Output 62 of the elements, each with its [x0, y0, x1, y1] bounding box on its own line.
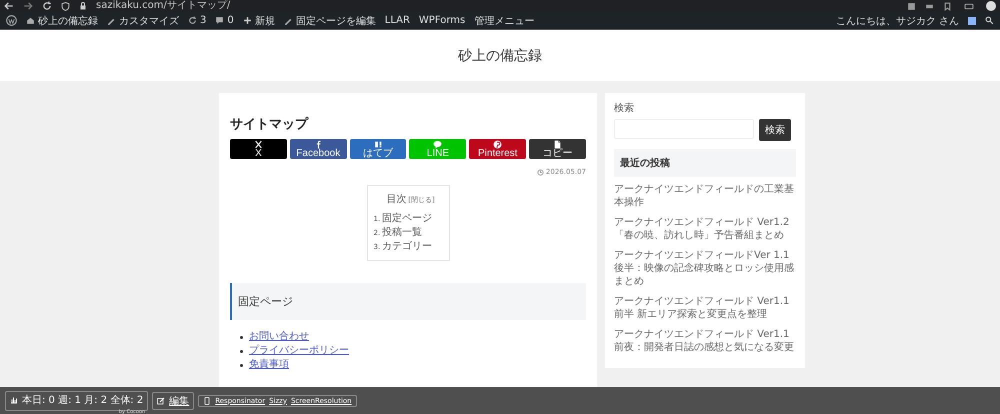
recent-post-link[interactable]: アークナイツエンドフィールド Ver1.1前半 新エリア探索と変更点を整理	[614, 292, 796, 325]
toc-link[interactable]: 固定ページ	[382, 212, 432, 226]
forward-icon[interactable]	[23, 1, 33, 11]
toc-link[interactable]: カテゴリー	[382, 240, 432, 254]
admin-menu-item[interactable]: LLAR	[384, 15, 410, 26]
shield-icon[interactable]	[61, 2, 70, 10]
edit-icon	[157, 396, 166, 404]
x-icon	[254, 140, 263, 148]
bar-chart-icon	[10, 396, 18, 404]
page-link[interactable]: 免責事項	[249, 358, 289, 372]
share-button[interactable]: Facebook	[290, 139, 347, 159]
recent-post-link[interactable]: アークナイツエンドフィールドの工業基本操作	[614, 180, 796, 213]
toc-title: 目次	[386, 194, 406, 205]
admin-menu-item[interactable]: WPForms	[418, 15, 466, 26]
share-button[interactable]: Pinterest	[469, 139, 526, 159]
search-button[interactable]: 検索	[759, 119, 791, 141]
bookmark-icon[interactable]	[943, 2, 952, 10]
comment-icon	[215, 16, 224, 25]
admin-menu-item[interactable]: 砂上の備忘録	[26, 14, 98, 28]
share-button[interactable]: はてブ	[350, 139, 406, 159]
bullet-icon	[240, 350, 243, 352]
section-heading: 固定ページ	[230, 283, 586, 320]
home-icon	[26, 16, 35, 25]
pencil-icon	[284, 16, 293, 25]
speech-bubble-icon	[433, 140, 442, 148]
admin-menu-item[interactable]: 新規	[242, 14, 275, 28]
toc-link[interactable]: 投稿一覧	[382, 226, 422, 240]
recent-post-link[interactable]: アークナイツエンドフィールド Ver1.2「春の暁、訪れし時」予告番組まとめ	[614, 213, 796, 246]
bullet-icon	[240, 336, 243, 338]
logo-icon[interactable]	[6, 15, 17, 26]
search-label: 検索	[614, 102, 635, 115]
recent-post-link[interactable]: アークナイツエンドフィールドVer 1.1後半：映像の記念碑攻略とロッシ使用感まとめ	[614, 246, 796, 292]
admin-menu-item[interactable]: 0	[215, 15, 234, 26]
avatar-icon[interactable]	[968, 16, 976, 24]
share-button[interactable]: コピー	[529, 139, 586, 159]
refresh-icon	[188, 16, 197, 25]
brush-icon	[107, 16, 116, 25]
reload-icon[interactable]	[42, 1, 52, 11]
pin-icon	[493, 140, 502, 148]
page-link[interactable]: お問い合わせ	[249, 330, 309, 344]
page-title: サイトマップ	[230, 116, 310, 133]
access-stats: 本日: 0 週: 1 月: 2 全体: 2	[22, 394, 144, 406]
search-icon[interactable]	[985, 16, 994, 25]
admin-menu-item[interactable]: 3	[188, 15, 206, 26]
page-link[interactable]: プライバシーポリシー	[249, 344, 349, 358]
document-icon	[553, 140, 562, 148]
share-button[interactable]: X	[230, 139, 287, 159]
phone-icon	[203, 396, 212, 404]
admin-menu-item[interactable]: カスタマイズ	[107, 14, 179, 28]
site-title[interactable]: 砂上の備忘録	[458, 46, 542, 64]
back-icon[interactable]	[4, 1, 14, 11]
lock-icon[interactable]	[79, 2, 87, 10]
admin-menu-item[interactable]: 固定ページを編集	[284, 14, 376, 28]
plus-icon	[242, 16, 252, 25]
admin-menu-item[interactable]: 管理メニュー	[474, 14, 534, 28]
bullet-icon	[240, 364, 243, 366]
hatena-icon	[374, 140, 383, 148]
widget-heading: 最近の投稿	[614, 149, 796, 177]
clock-icon	[536, 168, 544, 176]
greeting-link[interactable]: こんにちは、サジカク さん	[836, 14, 959, 28]
edit-link[interactable]: 編集	[152, 392, 194, 410]
recent-post-link[interactable]: アークナイツエンドフィールド Ver1.1前夜：開発者日誌の感想と気になる変更	[614, 325, 796, 358]
